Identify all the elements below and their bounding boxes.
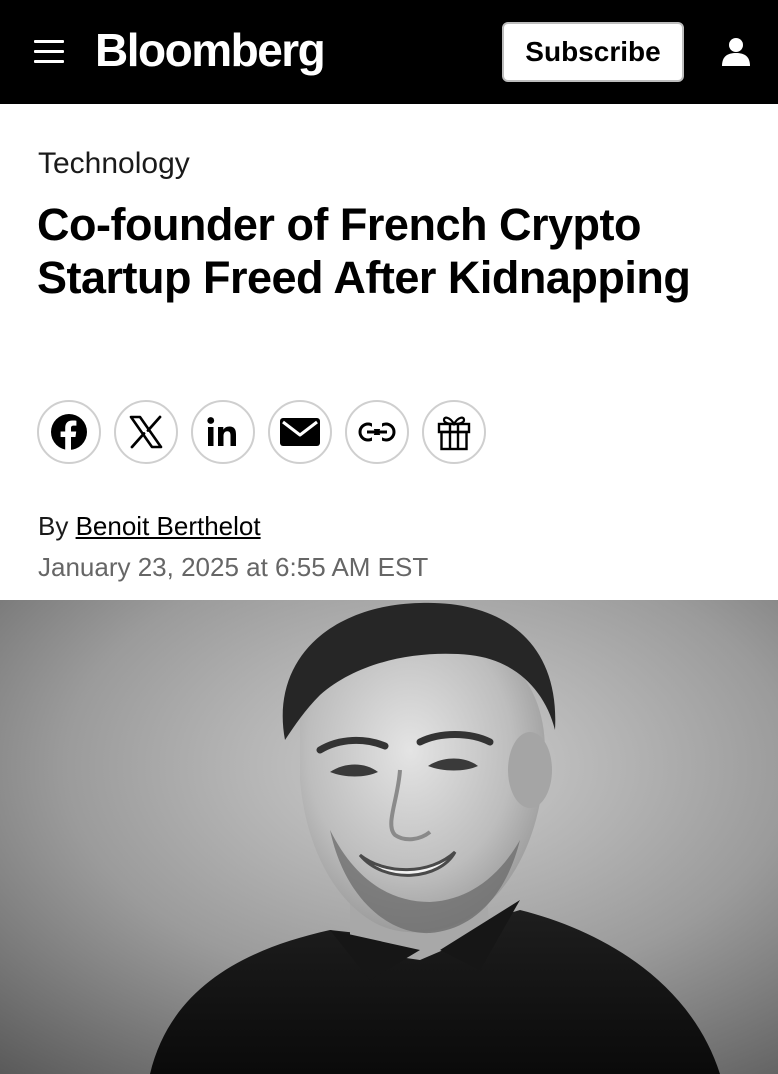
gift-icon [437,416,471,451]
share-facebook-button[interactable] [37,400,101,464]
byline-prefix: By [38,511,69,541]
user-icon[interactable] [720,36,752,68]
linkedin-icon [207,417,236,446]
email-icon [280,418,320,446]
gift-article-button[interactable] [422,400,486,464]
x-icon [129,415,163,449]
author-link[interactable]: Benoit Berthelot [76,511,261,541]
link-icon [358,422,396,442]
share-email-button[interactable] [268,400,332,464]
copy-link-button[interactable] [345,400,409,464]
facebook-icon [51,414,87,451]
article-lead-photo [0,600,778,1074]
share-x-button[interactable] [114,400,178,464]
article-category[interactable]: Technology [38,146,190,182]
share-buttons-row [37,400,486,464]
article-headline: Co-founder of French Crypto Startup Free… [37,199,691,303]
byline: By Benoit Berthelot [38,509,261,543]
share-linkedin-button[interactable] [191,400,255,464]
publish-timestamp: January 23, 2025 at 6:55 AM EST [38,552,429,582]
hamburger-menu-icon[interactable] [34,40,64,64]
article-header: Technology Co-founder of French Crypto S… [0,104,778,600]
bloomberg-logo[interactable]: Bloomberg [95,22,326,78]
subscribe-button[interactable]: Subscribe [502,22,684,82]
top-navigation-bar: Bloomberg Subscribe [0,0,778,104]
